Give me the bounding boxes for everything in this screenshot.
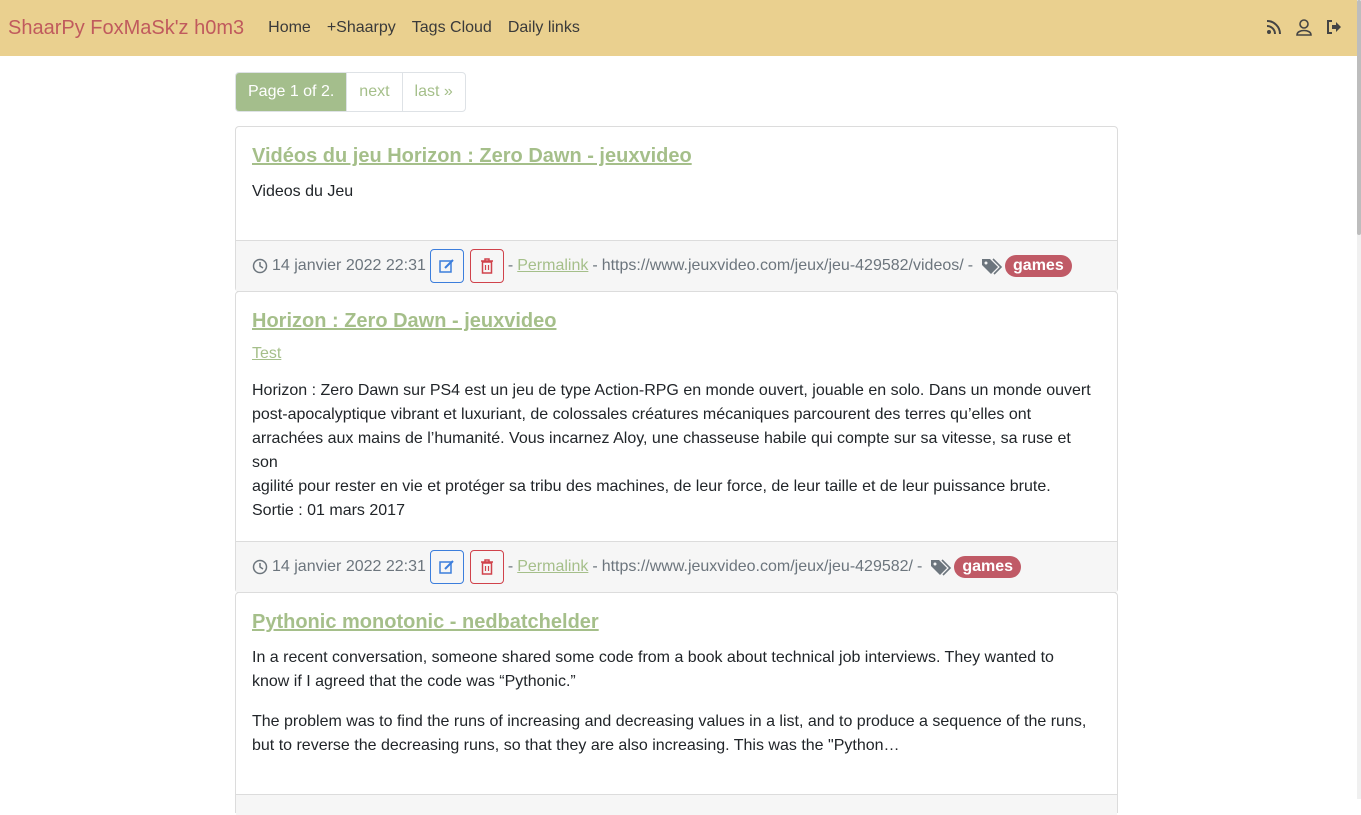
link-date: 14 janvier 2022 22:31 [272, 558, 426, 575]
tag-badge[interactable]: games [954, 556, 1022, 578]
link-description: Videos du Jeu [252, 183, 354, 200]
nav-home[interactable]: Home [260, 19, 319, 37]
tags-icon [981, 257, 1003, 275]
link-url: https://www.jeuxvideo.com/jeux/jeu-42958… [601, 257, 964, 274]
tag-badge[interactable]: games [1005, 255, 1072, 277]
scrollbar-thumb[interactable] [1357, 0, 1361, 235]
link-card: Pythonic monotonic - nedbatchelder In a … [235, 592, 1118, 815]
text-line: Horizon : Zero Dawn sur PS4 est un jeu d… [252, 382, 1091, 399]
link-title[interactable]: Pythonic monotonic - nedbatchelder [252, 611, 599, 634]
link-description-para2: The problem was to find the runs of incr… [252, 710, 1101, 758]
permalink-link[interactable]: Permalink [517, 558, 588, 576]
card-footer: 14 janvier 2022 22:31 - Permalink - http… [236, 240, 1117, 291]
pagination: Page 1 of 2. next last » [235, 72, 466, 112]
tags-icon [930, 558, 952, 576]
delete-button[interactable] [469, 249, 504, 283]
link-url: https://www.jeuxvideo.com/jeux/jeu-42958… [601, 558, 913, 575]
link-description-para1: In a recent conversation, someone shared… [252, 646, 1101, 694]
clock-icon [252, 258, 268, 274]
edit-icon [439, 560, 454, 574]
text-line: The problem was to find the runs of incr… [252, 713, 1087, 730]
trash-icon [480, 258, 493, 274]
text-line: but to reverse the decreasing runs, so t… [252, 737, 900, 754]
link-title[interactable]: Vidéos du jeu Horizon : Zero Dawn - jeux… [252, 145, 692, 168]
link-card: Vidéos du jeu Horizon : Zero Dawn - jeux… [235, 126, 1118, 292]
current-page-label: Page 1 of 2. [236, 73, 347, 111]
link-card: Horizon : Zero Dawn - jeuxvideo Test Hor… [235, 291, 1118, 593]
next-page-link[interactable]: next [346, 73, 401, 111]
link-tagline[interactable]: Test [252, 345, 281, 363]
user-icon[interactable] [1295, 18, 1313, 36]
nav-links: Home +Shaarpy Tags Cloud Daily links [260, 19, 588, 37]
last-page-link[interactable]: last » [401, 73, 465, 111]
nav-shaarpy[interactable]: +Shaarpy [319, 19, 404, 37]
edit-button[interactable] [429, 550, 464, 584]
text-line: In a recent conversation, someone shared… [252, 649, 1054, 666]
text-line: post-apocalyptique vibrant et luxuriant,… [252, 406, 1032, 423]
rss-icon[interactable] [1265, 18, 1283, 36]
nav-daily-links[interactable]: Daily links [500, 19, 588, 37]
text-line: know if I agreed that the code was “Pyth… [252, 673, 576, 690]
permalink-link[interactable]: Permalink [517, 257, 588, 275]
edit-button[interactable] [429, 249, 464, 283]
clock-icon [252, 559, 268, 575]
brand-link[interactable]: ShaarPy FoxMaSk'z h0m3 [8, 17, 244, 40]
card-footer: 14 janvier 2022 22:31 - Permalink - http… [236, 541, 1117, 592]
link-description: Horizon : Zero Dawn sur PS4 est un jeu d… [252, 379, 1101, 523]
edit-icon [439, 259, 454, 273]
link-date: 14 janvier 2022 22:31 [272, 257, 426, 274]
text-line: agilité pour rester en vie et protéger s… [252, 478, 1051, 495]
trash-icon [480, 559, 493, 575]
text-line: Sortie : 01 mars 2017 [252, 502, 405, 519]
top-navbar: ShaarPy FoxMaSk'z h0m3 Home +Shaarpy Tag… [0, 0, 1357, 56]
link-title[interactable]: Horizon : Zero Dawn - jeuxvideo [252, 310, 556, 333]
page-scrollbar[interactable] [1357, 0, 1361, 799]
text-line: arrachées aux mains de l’humanité. Vous … [252, 430, 1071, 471]
nav-tags-cloud[interactable]: Tags Cloud [404, 19, 500, 37]
nav-icons [1265, 18, 1343, 36]
card-footer [236, 794, 1117, 815]
logout-icon[interactable] [1325, 18, 1343, 36]
delete-button[interactable] [469, 550, 504, 584]
